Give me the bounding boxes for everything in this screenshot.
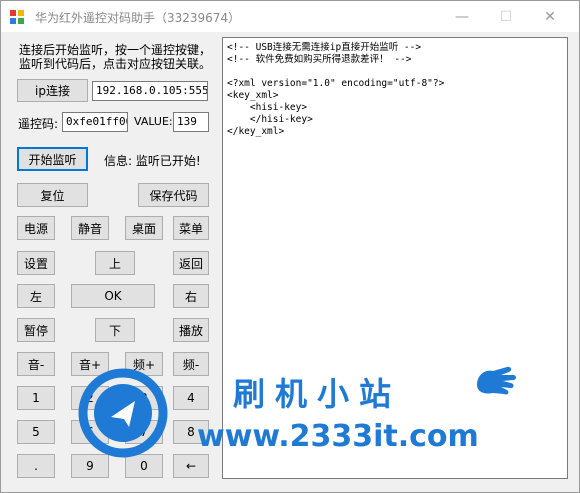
app-icon	[10, 10, 24, 24]
value-label: VALUE:	[134, 115, 173, 128]
key-down[interactable]: 下	[95, 318, 135, 342]
remote-code-label: 遥控码:	[18, 117, 59, 131]
key-power[interactable]: 电源	[17, 216, 55, 240]
maximize-button[interactable]: ☐	[483, 1, 529, 32]
minimize-icon: —	[455, 8, 469, 25]
output-line: </hisi-key>	[227, 114, 313, 125]
close-button[interactable]: ✕	[527, 1, 573, 32]
save-code-button[interactable]: 保存代码	[138, 183, 209, 207]
start-listen-button[interactable]: 开始监听	[17, 147, 88, 171]
value-input[interactable]: 139	[173, 112, 209, 132]
ip-address-input[interactable]: 192.168.0.105:5555	[92, 81, 208, 101]
key-mute[interactable]: 静音	[71, 216, 109, 240]
key-volume-down[interactable]: 音-	[17, 352, 55, 376]
key-backspace[interactable]: ←	[173, 454, 209, 478]
close-icon: ✕	[544, 8, 556, 25]
key-desktop[interactable]: 桌面	[125, 216, 163, 240]
key-right[interactable]: 右	[173, 284, 209, 308]
output-line: <key_xml>	[227, 90, 279, 101]
key-pause[interactable]: 暂停	[17, 318, 55, 342]
output-line: </key_xml>	[227, 126, 285, 137]
app-window: 华为红外遥控对码助手（33239674） — ☐ ✕ 连接后开始监听，按一个遥控…	[0, 0, 580, 493]
title-bar: 华为红外遥控对码助手（33239674） — ☐ ✕	[1, 1, 579, 32]
key-channel-down[interactable]: 频-	[173, 352, 209, 376]
key-dot[interactable]: .	[17, 454, 55, 478]
output-line: <!-- 软件免费如购买所得退款差评！ -->	[227, 54, 412, 65]
output-line: <?xml version="1.0" encoding="utf-8"?>	[227, 78, 445, 89]
watermark-url: www.2333it.com	[197, 419, 479, 454]
watermark-logo-icon	[78, 368, 168, 458]
minimize-button[interactable]: —	[439, 1, 485, 32]
key-5[interactable]: 5	[17, 420, 55, 444]
key-up[interactable]: 上	[95, 251, 135, 275]
key-1[interactable]: 1	[17, 386, 55, 410]
output-line: <hisi-key>	[227, 102, 308, 113]
instruction-line-2: 监听到代码后，点击对应按钮关联。	[19, 57, 212, 71]
key-settings[interactable]: 设置	[17, 251, 55, 275]
remote-code-input[interactable]: 0xfe01ff00	[62, 112, 128, 132]
watermark-site-name: 刷机小站	[233, 375, 402, 413]
hand-icon	[477, 366, 516, 395]
window-title: 华为红外遥控对码助手（33239674）	[35, 11, 241, 25]
key-menu[interactable]: 菜单	[173, 216, 209, 240]
key-left[interactable]: 左	[17, 284, 55, 308]
key-play[interactable]: 播放	[173, 318, 209, 342]
ip-connect-button[interactable]: ip连接	[17, 79, 88, 102]
maximize-icon: ☐	[499, 8, 513, 25]
key-back[interactable]: 返回	[173, 251, 209, 275]
key-ok[interactable]: OK	[71, 284, 155, 308]
info-status-text: 信息: 监听已开始!	[104, 154, 201, 168]
key-4[interactable]: 4	[173, 386, 209, 410]
reset-button[interactable]: 复位	[17, 183, 88, 207]
output-line: <!-- USB连接无需连接ip直接开始监听 -->	[227, 42, 422, 53]
